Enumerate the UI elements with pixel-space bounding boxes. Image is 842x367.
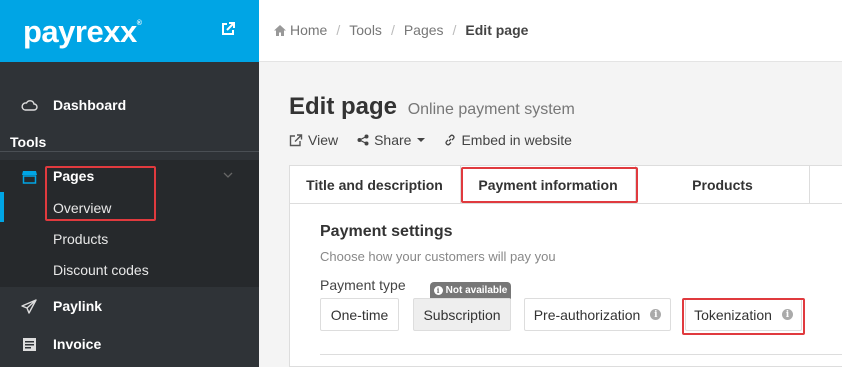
paper-plane-icon	[21, 298, 37, 314]
sidebar-item-label: Invoice	[53, 336, 102, 352]
breadcrumb-separator: /	[336, 22, 341, 38]
breadcrumb-pages[interactable]: Pages	[404, 22, 444, 38]
payment-settings-title: Payment settings	[320, 223, 453, 240]
page-subtitle: Online payment system	[407, 101, 575, 118]
payment-type-label: Payment type	[320, 277, 406, 293]
logo-bar: payrexx®	[0, 0, 259, 62]
embed-link[interactable]: Embed in website	[444, 132, 572, 148]
breadcrumb-home[interactable]: Home	[290, 22, 327, 38]
logo-trademark: ®	[136, 20, 142, 27]
topbar: Home / Tools / Pages / Edit page	[259, 0, 842, 62]
option-label: One-time	[330, 306, 389, 323]
view-label: View	[308, 132, 339, 148]
home-icon	[274, 24, 286, 36]
logo[interactable]: payrexx®	[23, 14, 142, 50]
sidebar-item-paylink[interactable]: Paylink	[0, 291, 259, 321]
highlight-box-pages	[45, 166, 156, 221]
info-icon: i	[433, 286, 443, 295]
caret-down-icon	[417, 138, 426, 142]
breadcrumb-current: Edit page	[465, 22, 529, 38]
sidebar-item-dashboard[interactable]: Dashboard	[0, 90, 259, 120]
view-link[interactable]: View	[289, 132, 338, 148]
info-icon[interactable]: i	[650, 309, 662, 320]
option-one-time[interactable]: One-time	[320, 298, 399, 331]
breadcrumb-separator: /	[452, 22, 457, 38]
sidebar-item-label: Paylink	[53, 298, 103, 314]
breadcrumb-separator: /	[390, 22, 395, 38]
highlight-box-payment-tab	[461, 167, 638, 203]
external-link-icon[interactable]	[220, 21, 236, 37]
chevron-down-icon[interactable]	[222, 170, 234, 180]
option-label: Subscription	[423, 306, 501, 323]
active-indicator	[0, 192, 4, 222]
sidebar-subitem-products[interactable]: Products	[53, 231, 108, 247]
logo-text: payrexx	[23, 14, 137, 49]
sidebar-section-tools: Tools	[10, 134, 47, 150]
payment-settings-subtitle: Choose how your customers will pay you	[320, 249, 556, 264]
sidebar-subitem-discount-codes[interactable]: Discount codes	[53, 262, 149, 278]
cloud-icon	[21, 99, 38, 111]
page-title-text: Edit page	[289, 93, 398, 120]
invoice-icon	[23, 337, 36, 351]
option-subscription[interactable]: Subscription	[413, 298, 511, 331]
sidebar-item-invoice[interactable]: Invoice	[0, 329, 259, 359]
highlight-box-tokenization	[682, 298, 805, 335]
link-icon	[445, 134, 455, 146]
tab-title-description[interactable]: Title and description	[289, 165, 461, 204]
share-label: Share	[374, 132, 412, 148]
sidebar-divider	[0, 151, 259, 152]
sidebar-item-label: Dashboard	[53, 97, 127, 113]
breadcrumb: Home / Tools / Pages / Edit page	[274, 22, 528, 38]
page-title: Edit page Online payment system	[289, 93, 575, 121]
option-pre-authorization[interactable]: Pre-authorization i	[524, 298, 671, 331]
not-available-badge: i Not available	[430, 282, 511, 299]
tab-products[interactable]: Products	[636, 165, 810, 204]
embed-label: Embed in website	[461, 132, 572, 148]
share-icon	[357, 134, 369, 146]
section-divider	[320, 354, 842, 355]
store-icon	[22, 170, 37, 184]
page-actions: View Share Embed in website	[289, 132, 591, 148]
badge-label: Not available	[445, 285, 508, 296]
option-label: Pre-authorization	[533, 306, 641, 323]
external-link-icon	[289, 133, 303, 146]
breadcrumb-tools[interactable]: Tools	[349, 22, 382, 38]
share-dropdown[interactable]: Share	[357, 132, 426, 148]
